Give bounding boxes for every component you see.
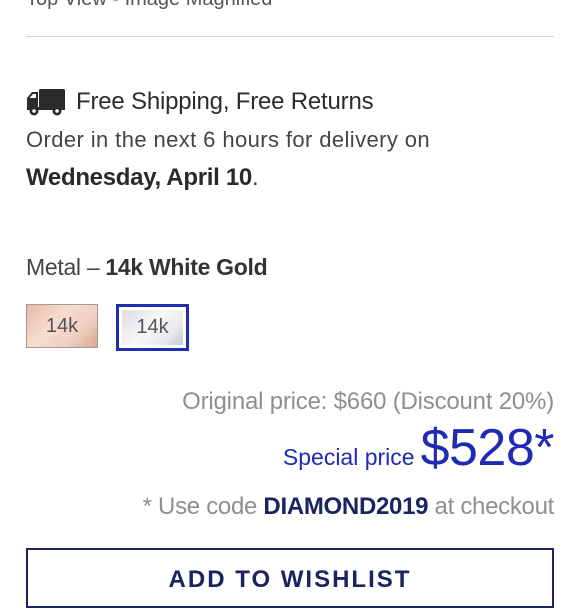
metal-label-prefix: Metal – — [26, 254, 106, 280]
special-price-value: $528* — [420, 419, 555, 477]
promo-code-line: * Use code DIAMOND2019 at checkout — [142, 493, 555, 521]
swatch-label: 14k — [45, 314, 79, 337]
truck-icon — [27, 89, 65, 116]
promo-code: DIAMOND2019 — [263, 493, 429, 520]
metal-label: Metal – 14k White Gold — [26, 254, 268, 281]
delivery-line: Order in the next 6 hours for delivery o… — [26, 127, 431, 152]
swatch-fill: 14k — [122, 310, 183, 345]
add-to-wishlist-button[interactable]: ADD TO WISHLIST — [26, 548, 554, 608]
promo-prefix: * Use code — [142, 493, 258, 520]
add-to-wishlist-label: ADD TO WISHLIST — [168, 566, 412, 593]
special-price-label: Special price — [282, 444, 415, 470]
promo-suffix: at checkout — [434, 493, 555, 520]
shipping-title: Free Shipping, Free Returns — [76, 88, 374, 115]
special-price: Special price $528* — [282, 418, 555, 482]
delivery-period: . — [251, 164, 259, 191]
delivery-date: Wednesday, April 10 — [26, 164, 252, 191]
metal-selected-value: 14k White Gold — [105, 254, 268, 280]
original-price: Original price: $660 (Discount 20%) — [182, 388, 554, 415]
metal-swatch-white-gold[interactable]: 14k — [116, 304, 189, 351]
image-caption: Top View - Image Magnified — [26, 0, 272, 11]
swatch-label: 14k — [136, 316, 169, 338]
divider — [26, 36, 554, 37]
shipping-header: Free Shipping, Free Returns — [26, 86, 374, 118]
delivery-date-line: Wednesday, April 10. — [26, 164, 259, 192]
metal-swatch-rose-gold[interactable]: 14k — [26, 304, 98, 348]
